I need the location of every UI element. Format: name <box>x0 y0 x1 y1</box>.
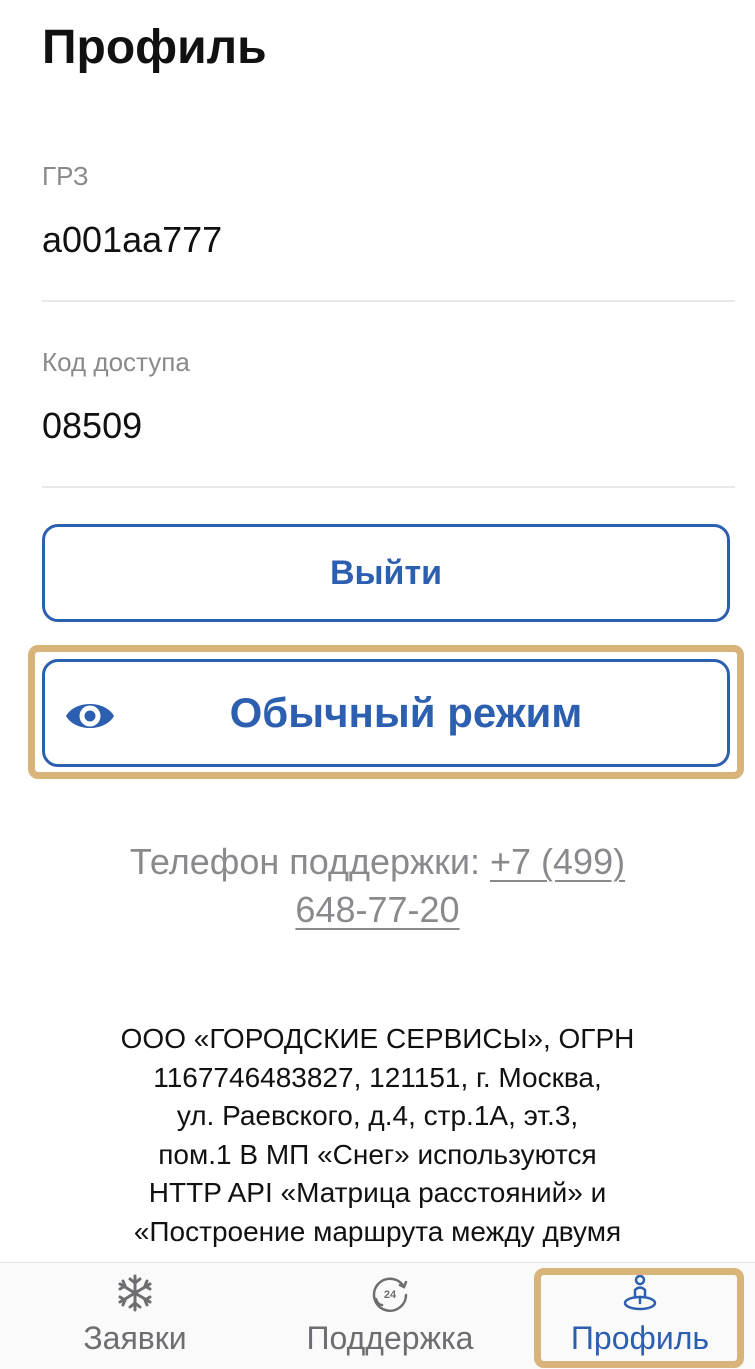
tab-support-label: Поддержка <box>306 1320 474 1356</box>
legal-text: ООО «ГОРОДСКИЕ СЕРВИСЫ», ОГРН 1167746483… <box>40 1020 715 1251</box>
tab-bar: Заявки 24 Поддержка Профиль <box>0 1262 755 1369</box>
normal-mode-label: Обычный режим <box>229 689 583 736</box>
tab-support[interactable]: 24 Поддержка <box>270 1263 510 1369</box>
support-phone: Телефон поддержки: +7 (499) 648-77-20 <box>60 838 695 934</box>
legal-line: «Построение маршрута между двумя <box>133 1215 622 1247</box>
support-24-icon: 24 <box>372 1277 408 1312</box>
logout-button-label: Выйти <box>329 553 443 592</box>
access-code-value: 08509 <box>42 405 143 446</box>
tab-profile[interactable]: Профиль <box>545 1263 735 1369</box>
plate-label: ГРЗ <box>42 161 89 191</box>
page-title: Профиль <box>42 21 267 74</box>
snowflake-icon <box>118 1274 152 1312</box>
tab-profile-label: Профиль <box>570 1320 710 1356</box>
plate-value: a001aa777 <box>42 219 223 260</box>
legal-line: пом.1 В МП «Снег» используются <box>158 1138 597 1170</box>
divider <box>42 486 735 488</box>
logout-button[interactable]: Выйти <box>42 524 730 622</box>
divider <box>42 300 735 302</box>
legal-line: HTTP API «Матрица расстояний» и <box>148 1177 607 1208</box>
support-label: Телефон поддержки: <box>129 841 480 882</box>
legal-line: 1167746483827, 121151, г. Москва, <box>153 1061 602 1093</box>
svg-text:24: 24 <box>384 1289 397 1301</box>
legal-line: ООО «ГОРОДСКИЕ СЕРВИСЫ», ОГРН <box>120 1023 635 1054</box>
access-code-label: Код доступа <box>42 347 190 377</box>
tab-requests-label: Заявки <box>83 1320 187 1356</box>
profile-location-icon <box>623 1274 657 1311</box>
normal-mode-button[interactable]: Обычный режим <box>42 659 730 767</box>
tab-requests[interactable]: Заявки <box>40 1263 230 1369</box>
eye-icon <box>66 704 114 728</box>
legal-line: ул. Раевского, д.4, стр.1А, эт.3, <box>176 1100 579 1131</box>
